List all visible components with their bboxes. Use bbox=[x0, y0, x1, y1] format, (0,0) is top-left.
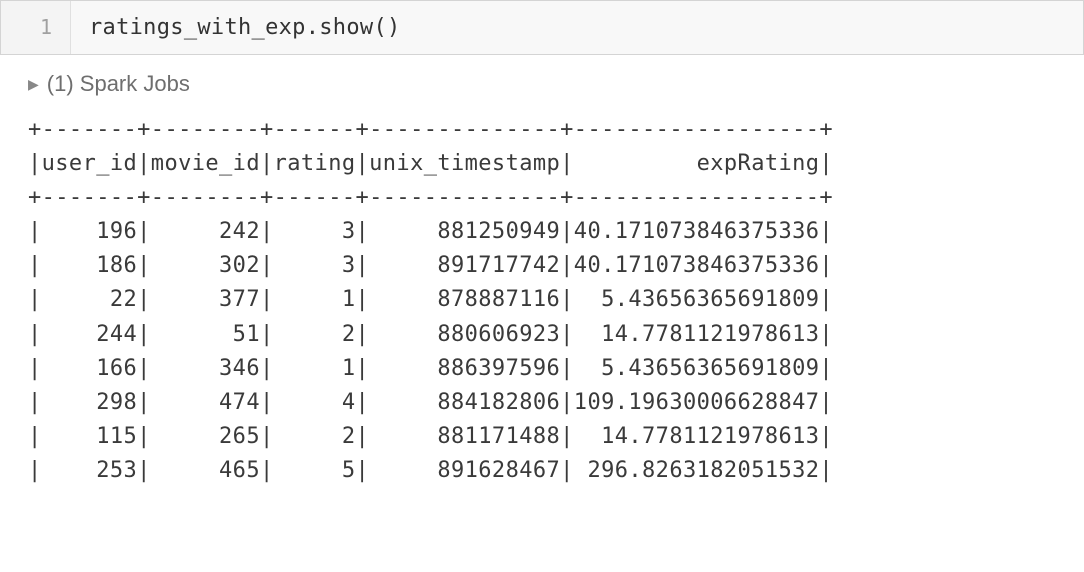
spark-jobs-toggle[interactable]: ▶ (1) Spark Jobs bbox=[28, 71, 1056, 97]
output-section: ▶ (1) Spark Jobs +-------+--------+-----… bbox=[0, 71, 1084, 488]
code-content[interactable]: ratings_with_exp.show() bbox=[71, 1, 1083, 54]
code-cell[interactable]: 1 ratings_with_exp.show() bbox=[0, 0, 1084, 55]
table-output: +-------+--------+------+--------------+… bbox=[28, 113, 1056, 488]
spark-jobs-label: (1) Spark Jobs bbox=[47, 71, 190, 97]
chevron-right-icon: ▶ bbox=[28, 76, 39, 93]
line-number-gutter: 1 bbox=[1, 1, 71, 54]
